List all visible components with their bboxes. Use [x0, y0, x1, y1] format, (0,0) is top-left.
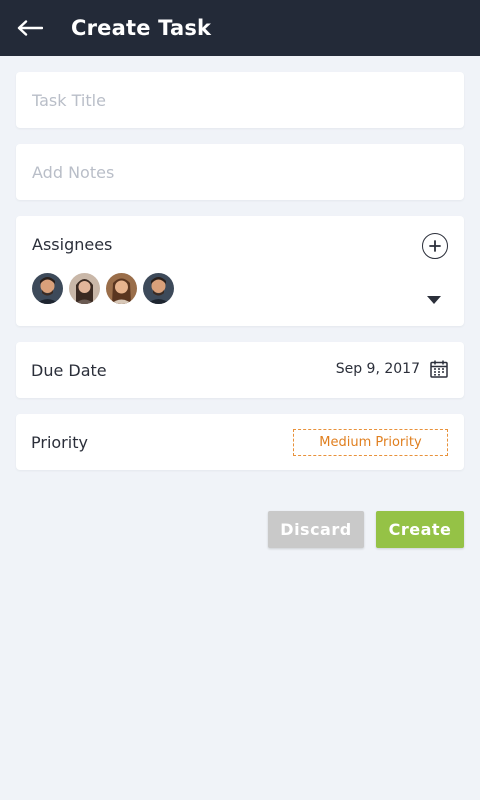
due-date-label: Due Date	[31, 360, 107, 380]
avatar[interactable]	[143, 273, 174, 304]
calendar-icon[interactable]	[430, 360, 448, 378]
notes-input[interactable]	[16, 144, 464, 200]
avatar[interactable]	[69, 273, 100, 304]
avatar[interactable]	[106, 273, 137, 304]
avatar[interactable]	[32, 273, 63, 304]
caret-down-icon	[427, 296, 441, 304]
arrow-left-icon	[17, 20, 43, 36]
assignees-label: Assignees	[32, 235, 113, 254]
task-title-card	[16, 72, 464, 128]
task-title-input[interactable]	[16, 72, 464, 128]
priority-card: Priority Medium Priority	[16, 414, 464, 470]
back-button[interactable]	[17, 18, 45, 38]
due-date-card: Due Date Sep 9, 2017	[16, 342, 464, 398]
due-date-value[interactable]: Sep 9, 2017	[336, 361, 420, 377]
assignee-avatars	[32, 273, 180, 304]
assignees-dropdown-button[interactable]	[426, 290, 442, 304]
assignees-card: Assignees	[16, 216, 464, 326]
priority-label: Priority	[31, 432, 88, 452]
plus-circle-icon	[429, 240, 441, 252]
add-assignee-button[interactable]	[422, 233, 448, 259]
priority-selector[interactable]: Medium Priority	[293, 429, 448, 456]
top-bar: Create Task	[0, 0, 480, 56]
notes-card	[16, 144, 464, 200]
page-title: Create Task	[71, 16, 212, 40]
discard-button[interactable]: Discard	[268, 511, 364, 548]
create-button[interactable]: Create	[376, 511, 464, 548]
